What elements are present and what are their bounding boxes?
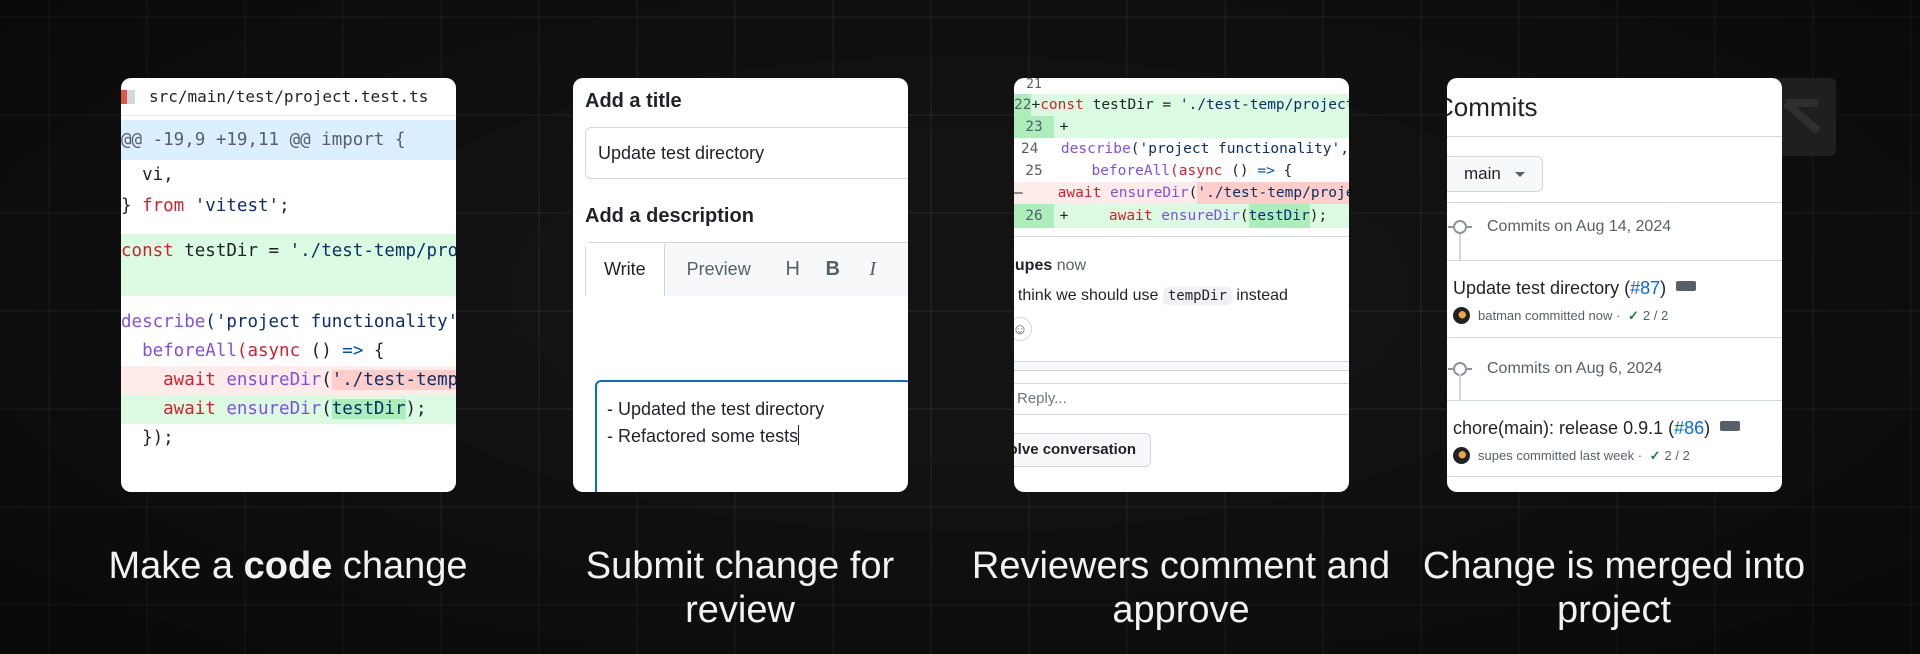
removed-line: await ensureDir('./test-temp/project' [121,366,456,395]
code-change-card: src/main/test/project.test.ts @@ -19,9 +… [121,78,456,492]
step-caption-2: Submit change for review [585,545,895,631]
code-line: beforeAll(async () => { [121,341,385,361]
resolve-conversation-button[interactable]: Resolve conversation [1014,433,1151,467]
timeline-line [1459,374,1461,400]
review-diff: 21 22 + const testDir = './test-temp/proje… [1014,78,1349,228]
pr-link[interactable]: #86 [1674,418,1704,439]
diff-row: 24 describe ('project functionality', [1020,141,1349,157]
code-line: describe('project functionality' [121,312,456,332]
timeline-line [1459,232,1461,260]
commit-title[interactable]: Update test directory (#87) [1453,278,1697,299]
commit-title[interactable]: chore(main): release 0.9.1 (#86) [1453,418,1741,439]
kebab-icon[interactable] [1676,280,1697,291]
diff-row: 26 + await ensureDir(testDir); [1014,204,1349,228]
hunk-header: @@ -19,9 +19,11 @@ import { [121,120,456,160]
heading-button[interactable]: H [773,243,813,296]
comment-time: now [1052,257,1087,274]
bold-button[interactable]: B [813,243,853,296]
divider [1447,476,1782,477]
kebab-icon[interactable] [1720,420,1741,431]
author-name[interactable]: supes [1014,257,1052,274]
text-caret [798,425,800,445]
commits-title: Commits [1447,92,1538,122]
title-label: Add a title [585,90,682,112]
added-line: await ensureDir(testDir); [121,395,456,424]
added-line: const testDir = './test-temp/project' [121,234,456,268]
commit-group-header: Commits on Aug 14, 2024 [1448,218,1671,236]
tab-preview[interactable]: Preview [665,243,773,296]
title-input[interactable]: Update test directory [585,127,908,179]
code-line: vi, [121,165,174,185]
commit-dot-icon [1448,220,1472,234]
file-icon [121,89,135,104]
pull-request-card: Add a title Update test directory Add a … [573,78,908,492]
tab-write[interactable]: Write [586,243,665,296]
code-line: } from 'vitest'; [121,196,290,216]
divider [1447,202,1782,203]
divider [1447,260,1782,261]
file-path[interactable]: src/main/test/project.test.ts [149,87,428,106]
branch-name: main [1464,164,1501,183]
divider [1447,337,1782,338]
description-textarea[interactable]: - Updated the test directory - Refactore… [595,380,908,492]
comment-author: supes now [1014,257,1086,275]
divider [1447,136,1782,137]
code-line: }); [121,428,174,448]
divider [1447,400,1782,401]
editor-tabs: Write Preview H B I [585,242,908,296]
pr-link[interactable]: #87 [1630,278,1660,299]
commit-meta: batman committed now · ✓ 2 / 2 [1453,307,1668,324]
description-label: Add a description [585,205,754,227]
reply-input[interactable]: Reply... [1014,383,1349,415]
commit-meta: supes committed last week · ✓ 2 / 2 [1453,447,1690,464]
branch-select[interactable]: main [1447,156,1543,192]
check-icon: ✓ [1649,447,1661,463]
dropdown-caret-icon [1514,171,1525,177]
commits-card: Commits main Commits on Aug 14, 2024 Upd… [1447,78,1782,492]
description-line: - Updated the test directory [607,399,825,419]
avatar [1453,447,1470,464]
step-caption-4: Change is merged into project [1422,545,1806,631]
diff-row: 23 + [1014,116,1349,138]
added-line [121,268,456,296]
step-caption-1: Make a code change [108,545,468,587]
review-thread: supes now I think we should use tempDir … [1014,236,1349,492]
comment-body: I think we should use tempDir instead [1014,287,1288,305]
description-line: - Refactored some tests [607,426,799,446]
diff-row: 21 [1026,78,1042,92]
diff-row: – await ensureDir('./test-temp/project' [1014,182,1349,204]
thread-divider [1014,361,1349,371]
check-icon: ✓ [1627,307,1639,323]
commit-group-header: Commits on Aug 6, 2024 [1448,360,1662,378]
italic-button[interactable]: I [853,243,893,296]
step-caption-3: Reviewers comment and approve [971,545,1391,631]
file-header: src/main/test/project.test.ts [121,78,456,116]
diff-view: @@ -19,9 +19,11 @@ import { vi, } from '… [121,116,456,453]
review-card: 21 22 + const testDir = './test-temp/proje… [1014,78,1349,492]
avatar [1453,307,1470,324]
diff-row: 25 beforeAll (async () => { [1025,163,1293,179]
diff-row: 22 + const testDir = './test-temp/project' [1014,94,1349,116]
smiley-icon[interactable]: ☺ [1014,317,1032,341]
